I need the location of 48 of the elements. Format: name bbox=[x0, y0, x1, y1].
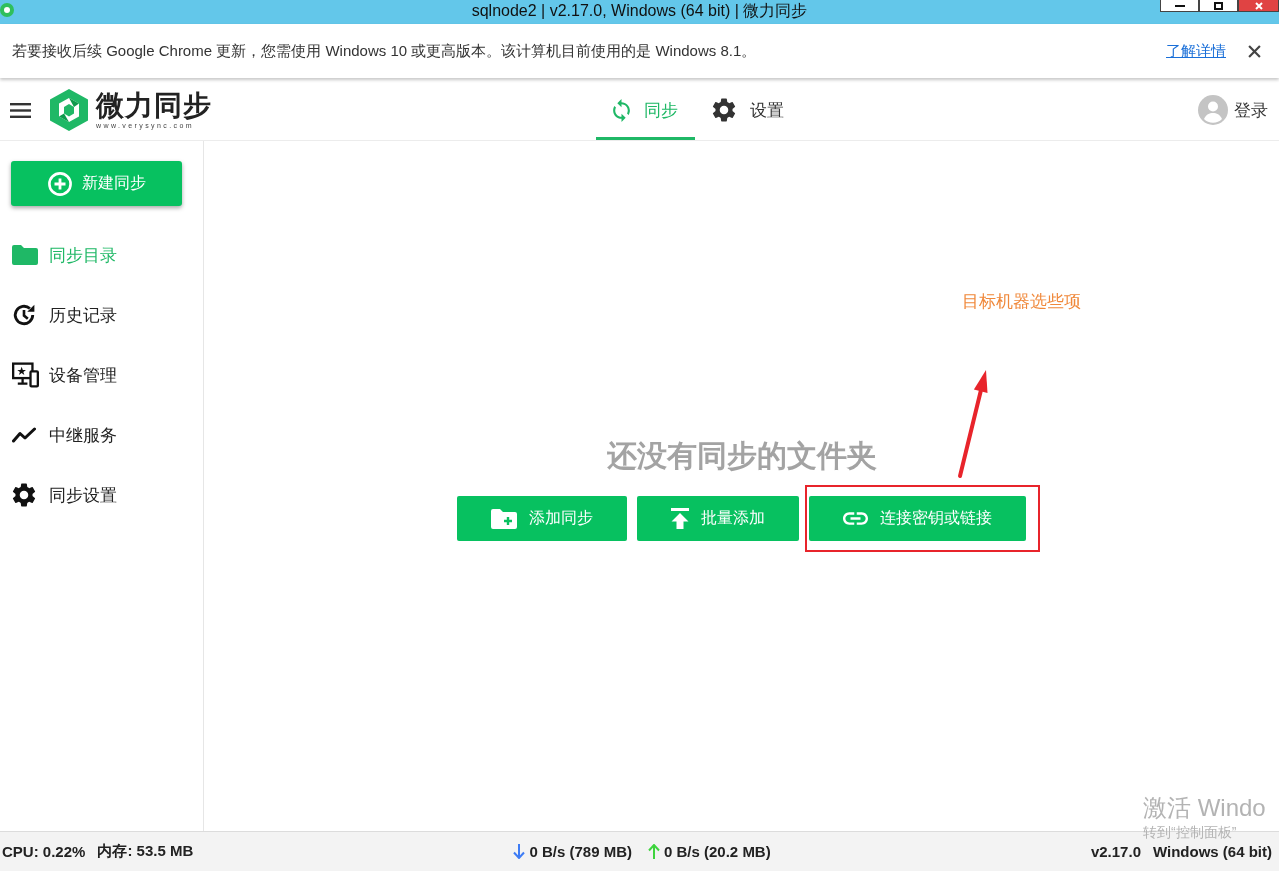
minimize-button[interactable] bbox=[1160, 0, 1199, 12]
download-rate: 0 B/s (789 MB) bbox=[529, 843, 632, 860]
close-icon bbox=[1248, 44, 1261, 58]
menu-icon bbox=[10, 102, 31, 118]
sidebar-item[interactable]: 中继服务 bbox=[0, 405, 203, 465]
close-icon bbox=[1254, 1, 1263, 10]
empty-state-title: 还没有同步的文件夹 bbox=[606, 438, 877, 474]
maximize-button[interactable] bbox=[1199, 0, 1238, 12]
update-notice: 若要接收后续 Google Chrome 更新，您需使用 Windows 10 或更高版本。该计算机目前使用的是 Windows 8.1。 bbox=[12, 41, 758, 61]
add-icon bbox=[47, 171, 72, 196]
sidebar-item[interactable]: 设备管理 bbox=[0, 345, 203, 405]
sidebar-item[interactable]: 同步设置 bbox=[0, 465, 203, 525]
login-button[interactable]: 登录 bbox=[1198, 80, 1279, 140]
nav-tab[interactable]: 设置 bbox=[695, 80, 801, 140]
version-label: v2.17.0 bbox=[1090, 843, 1141, 860]
nav-tab[interactable]: 同步 bbox=[596, 80, 695, 140]
learn-more-link[interactable]: 了解详情 bbox=[1166, 41, 1226, 61]
upload-rate: 0 B/s (20.2 MB) bbox=[664, 843, 771, 860]
devices-icon bbox=[12, 362, 39, 388]
gear-icon bbox=[12, 483, 36, 507]
logo-icon bbox=[50, 89, 88, 131]
annotation-text: 目标机器选些项 bbox=[962, 291, 1081, 313]
activation-watermark-hint: 转到“控制面板” bbox=[1143, 824, 1238, 840]
menu-button[interactable] bbox=[10, 102, 31, 118]
sync-icon bbox=[613, 98, 630, 122]
close-button[interactable] bbox=[1238, 0, 1279, 12]
folder-icon bbox=[12, 245, 38, 265]
upload-icon bbox=[671, 508, 689, 529]
window-title: sqlnode2 | v2.17.0, Windows (64 bit) | 微力同步 bbox=[471, 1, 808, 21]
activation-watermark-title: 激活 Windo bbox=[1143, 794, 1266, 822]
app-icon bbox=[0, 3, 14, 17]
sidebar-item[interactable]: 同步目录 bbox=[0, 225, 203, 285]
cpu-usage: CPU: 0.22% bbox=[2, 843, 86, 860]
avatar-icon bbox=[1198, 95, 1228, 125]
maximize-icon bbox=[1214, 1, 1223, 10]
arrow-up-icon bbox=[648, 844, 660, 859]
dismiss-button[interactable] bbox=[1248, 44, 1261, 58]
trend-line-icon bbox=[12, 427, 36, 443]
logo-text: 微力同步 bbox=[96, 90, 212, 122]
folder-add-icon bbox=[491, 508, 517, 529]
history-icon bbox=[12, 303, 36, 327]
memory-usage: 内存: 53.5 MB bbox=[97, 842, 194, 861]
gear-icon bbox=[712, 98, 736, 122]
sidebar-item[interactable]: 历史记录 bbox=[0, 285, 203, 345]
platform-label: Windows (64 bit) bbox=[1152, 843, 1272, 860]
link-icon bbox=[843, 512, 868, 525]
minimize-icon bbox=[1174, 4, 1185, 7]
arrow-down-icon bbox=[513, 844, 526, 859]
